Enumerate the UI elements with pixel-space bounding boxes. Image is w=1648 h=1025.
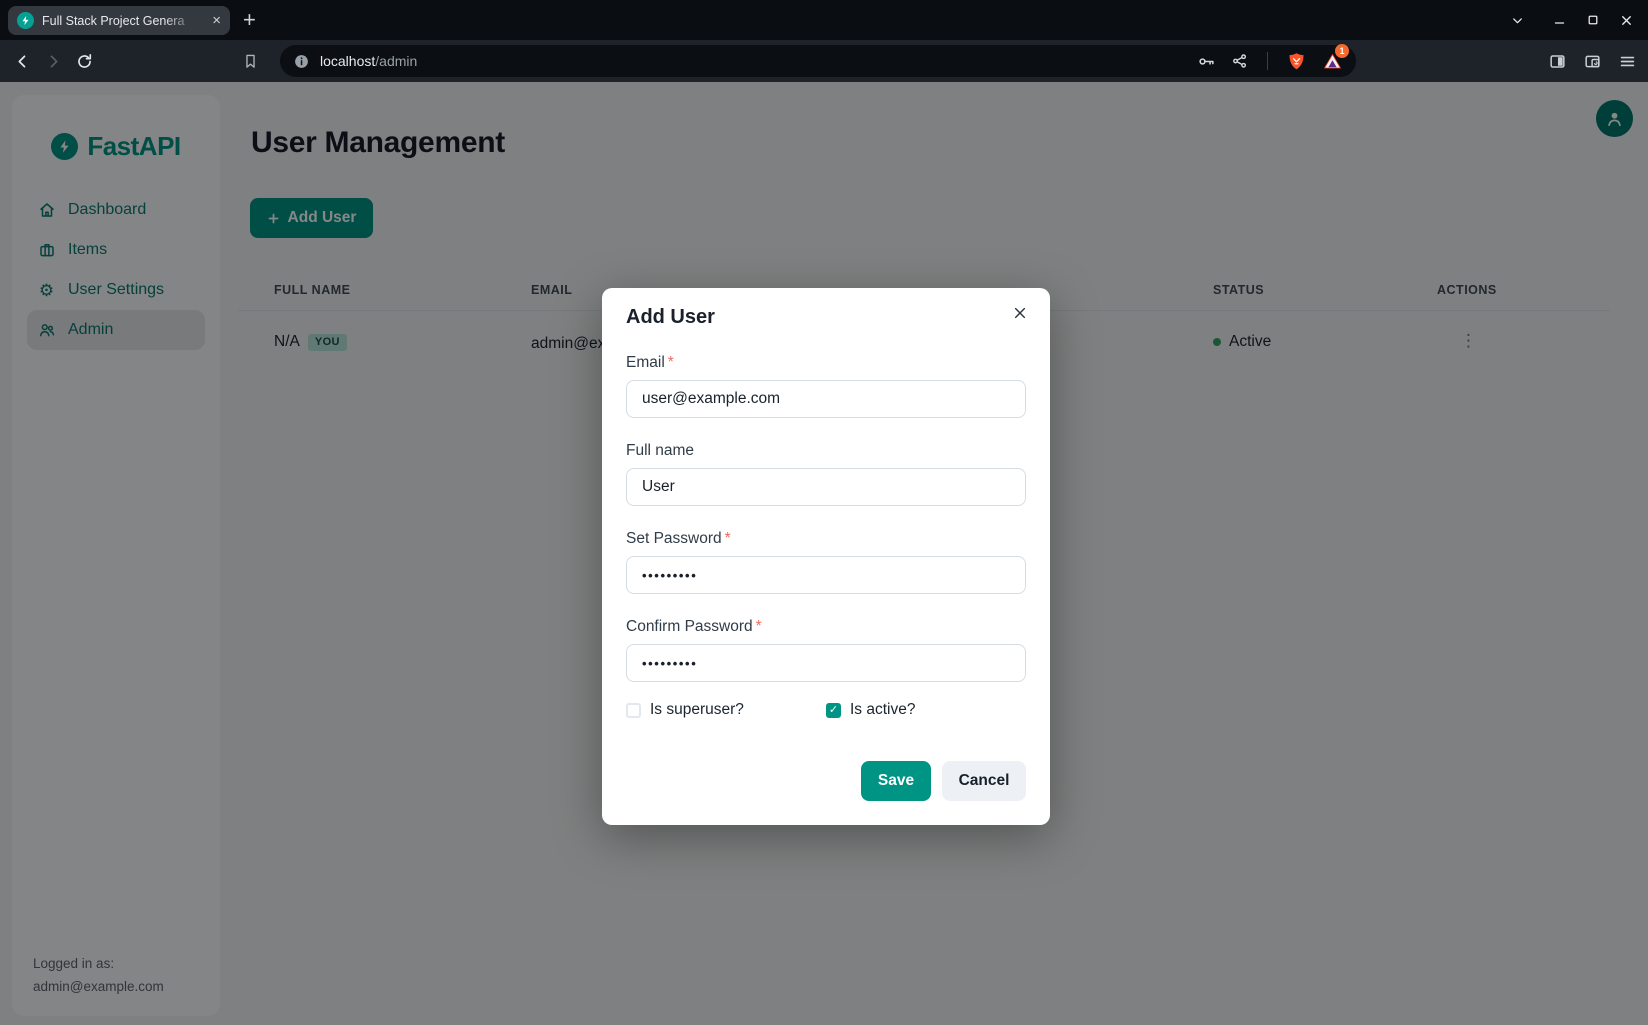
url-path: /admin (375, 53, 417, 69)
split-view-icon (1548, 52, 1567, 71)
split-view-button[interactable] (1548, 52, 1567, 71)
url-host: localhost (320, 53, 375, 69)
reload-icon (75, 52, 94, 71)
url-text: localhost/admin (320, 53, 417, 69)
maximize-button[interactable] (1586, 13, 1600, 27)
toolbar-right (1548, 52, 1637, 71)
wallet-icon (1583, 52, 1602, 71)
page-viewport: FastAPI Dashboard Items ⚙ User (0, 82, 1648, 1025)
tab-close-button[interactable]: × (210, 13, 223, 28)
url-bar-actions: 1 (1197, 51, 1343, 72)
share-icon (1231, 52, 1249, 70)
brave-rewards-button[interactable]: 1 (1322, 51, 1343, 72)
modal-buttons: Save Cancel (626, 761, 1026, 801)
share-icon[interactable] (1231, 52, 1249, 70)
rewards-badge: 1 (1335, 44, 1349, 58)
browser-toolbar: localhost/admin 1 (0, 40, 1648, 82)
divider (1267, 52, 1268, 70)
bookmark-icon (242, 53, 259, 70)
is-superuser-label: Is superuser? (650, 701, 744, 719)
brave-shield-icon (1286, 51, 1307, 72)
window-controls (1510, 0, 1634, 40)
close-window-button[interactable] (1619, 13, 1634, 28)
full-name-input[interactable] (626, 468, 1026, 506)
chevron-down-icon (1510, 13, 1525, 28)
tab-strip: Full Stack Project Genera × + (0, 0, 1648, 40)
modal-title: Add User (626, 306, 1026, 330)
required-marker: * (668, 354, 674, 371)
chevron-left-icon (13, 52, 32, 71)
key-icon (1197, 52, 1216, 71)
is-active-label: Is active? (850, 701, 915, 719)
required-marker: * (756, 618, 762, 635)
set-password-label: Set Password* (626, 530, 1026, 548)
menu-button[interactable] (1618, 52, 1637, 71)
modal-close-button[interactable] (1008, 301, 1032, 325)
chevron-right-icon (44, 52, 63, 71)
password-key-icon[interactable] (1197, 52, 1216, 71)
new-tab-button[interactable]: + (243, 0, 256, 40)
set-password-input[interactable] (626, 556, 1026, 594)
is-active-checkbox[interactable]: ✓ Is active? (826, 701, 1026, 719)
add-user-modal: Add User Email* Full name Set Password* … (602, 288, 1050, 825)
reload-button[interactable] (75, 52, 94, 71)
email-input[interactable] (626, 380, 1026, 418)
minimize-button[interactable] (1552, 13, 1567, 28)
hamburger-menu-icon (1618, 52, 1637, 71)
required-marker: * (725, 530, 731, 547)
bookmark-icon[interactable] (242, 53, 259, 70)
checkbox-icon[interactable]: ✓ (626, 703, 641, 718)
fastapi-favicon-icon (17, 12, 34, 29)
wallet-button[interactable] (1583, 52, 1602, 71)
close-icon (1619, 13, 1634, 28)
confirm-password-input[interactable] (626, 644, 1026, 682)
full-name-field-group: Full name (626, 442, 1026, 506)
is-superuser-checkbox[interactable]: ✓ Is superuser? (626, 701, 826, 719)
tab-search-button[interactable] (1510, 13, 1525, 28)
maximize-icon (1586, 13, 1600, 27)
tab-title: Full Stack Project Genera (42, 14, 202, 28)
browser-window: Full Stack Project Genera × + (0, 0, 1648, 1025)
cancel-button[interactable]: Cancel (942, 761, 1026, 801)
forward-button[interactable] (44, 52, 63, 71)
checkbox-icon[interactable]: ✓ (826, 703, 841, 718)
checkbox-row: ✓ Is superuser? ✓ Is active? (626, 701, 1026, 719)
email-label: Email* (626, 354, 1026, 372)
full-name-label: Full name (626, 442, 1026, 460)
confirm-password-label: Confirm Password* (626, 618, 1026, 636)
brave-shield-icon[interactable] (1286, 51, 1307, 72)
confirm-password-field-group: Confirm Password* (626, 618, 1026, 682)
email-field-group: Email* (626, 354, 1026, 418)
info-icon (293, 53, 310, 70)
set-password-field-group: Set Password* (626, 530, 1026, 594)
minimize-icon (1552, 13, 1567, 28)
back-button[interactable] (13, 52, 32, 71)
browser-tab[interactable]: Full Stack Project Genera × (8, 6, 230, 35)
site-info-icon[interactable] (293, 53, 310, 70)
url-bar[interactable]: localhost/admin 1 (280, 45, 1356, 77)
save-button[interactable]: Save (861, 761, 931, 801)
close-icon (1012, 305, 1028, 321)
